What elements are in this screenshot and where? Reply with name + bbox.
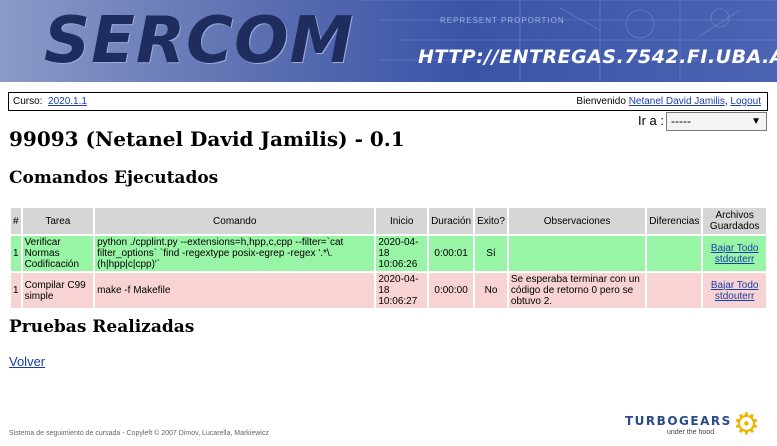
cell-num: 1: [11, 273, 21, 308]
cell-comando: python ./cpplint.py --extensions=h,hpp,c…: [95, 236, 375, 271]
download-all-link[interactable]: Bajar Todo: [711, 280, 759, 291]
commands-table: # Tarea Comando Inicio Duración Exito? O…: [9, 206, 768, 310]
stdouterr-link[interactable]: stdouterr: [715, 291, 754, 302]
turbogears-subtitle: under the hood: [667, 429, 715, 436]
column-header: Inicio: [376, 208, 428, 234]
column-header: Tarea: [22, 208, 94, 234]
page-title: 99093 (Netanel David Jamilis) - 0.1: [9, 127, 405, 151]
turbogears-badge: TURBOGEARS under the hood ⚙: [625, 410, 765, 440]
user-profile-link[interactable]: Netanel David Jamilis: [629, 96, 725, 107]
section-tests-heading: Pruebas Realizadas: [9, 317, 195, 337]
column-header: Comando: [95, 208, 375, 234]
cell-observaciones: [508, 236, 646, 271]
cell-diferencias: [647, 236, 702, 271]
cell-tarea: Compilar C99 simple: [22, 273, 94, 308]
cell-exito: Sí: [475, 236, 507, 271]
back-link[interactable]: Volver: [9, 354, 45, 369]
section-commands-heading: Comandos Ejecutados: [9, 168, 219, 188]
banner-tagline: REPRESENT PROPORTION: [440, 16, 565, 25]
column-header: Duración: [429, 208, 474, 234]
footer-copyright: Sistema de seguimiento de cursada - Copy…: [9, 430, 269, 437]
table-header-row: # Tarea Comando Inicio Duración Exito? O…: [11, 208, 766, 234]
column-header: Archivos Guardados: [703, 208, 766, 234]
table-row: 1 Compilar C99 simple make -f Makefile 2…: [11, 273, 766, 308]
turbogears-title: TURBOGEARS: [625, 414, 732, 428]
separator-comma: ,: [724, 96, 728, 107]
column-header: Observaciones: [508, 208, 646, 234]
stdouterr-link[interactable]: stdouterr: [715, 254, 754, 265]
banner-url: HTTP://ENTREGAS.7542.FI.UBA.AR: [418, 46, 777, 68]
cell-duracion: 0:00:01: [429, 236, 474, 271]
course-info: Curso: 2020.1.1: [13, 93, 87, 110]
column-header: Exito?: [475, 208, 507, 234]
column-header: Diferencias: [647, 208, 702, 234]
logout-link[interactable]: Logout: [730, 96, 761, 107]
cell-comando: make -f Makefile: [95, 273, 375, 308]
sercom-logo: SERCOM: [44, 4, 355, 78]
cell-diferencias: [647, 273, 702, 308]
goto-selector: Ir a : ----- ▼: [638, 112, 767, 131]
cell-observaciones: Se esperaba terminar con un código de re…: [508, 273, 646, 308]
cell-tarea: Verificar Normas Codificación: [22, 236, 94, 271]
welcome-label: Bienvenido: [576, 96, 626, 107]
cell-inicio: 2020-04-18 10:06:27: [376, 273, 428, 308]
course-link[interactable]: 2020.1.1: [48, 96, 87, 107]
user-bar: Curso: 2020.1.1 Bienvenido Netanel David…: [8, 92, 768, 111]
welcome-info: Bienvenido Netanel David Jamilis, Logout: [576, 93, 761, 110]
column-header: #: [11, 208, 21, 234]
chevron-down-icon: ▼: [751, 116, 761, 127]
cell-archivos: Bajar Todo stdouterr: [703, 236, 766, 271]
goto-label: Ir a :: [638, 113, 665, 128]
gear-icon: ⚙: [733, 407, 760, 442]
cell-num: 1: [11, 236, 21, 271]
goto-selected-value: -----: [671, 114, 691, 128]
cell-archivos: Bajar Todo stdouterr: [703, 273, 766, 308]
download-all-link[interactable]: Bajar Todo: [711, 243, 759, 254]
header-banner: REPRESENT PROPORTION SERCOM HTTP://ENTRE…: [0, 0, 777, 82]
cell-duracion: 0:00:00: [429, 273, 474, 308]
cell-exito: No: [475, 273, 507, 308]
cell-inicio: 2020-04-18 10:06:26: [376, 236, 428, 271]
table-row: 1 Verificar Normas Codificación python .…: [11, 236, 766, 271]
course-label: Curso:: [13, 96, 43, 107]
goto-select[interactable]: ----- ▼: [666, 112, 767, 131]
